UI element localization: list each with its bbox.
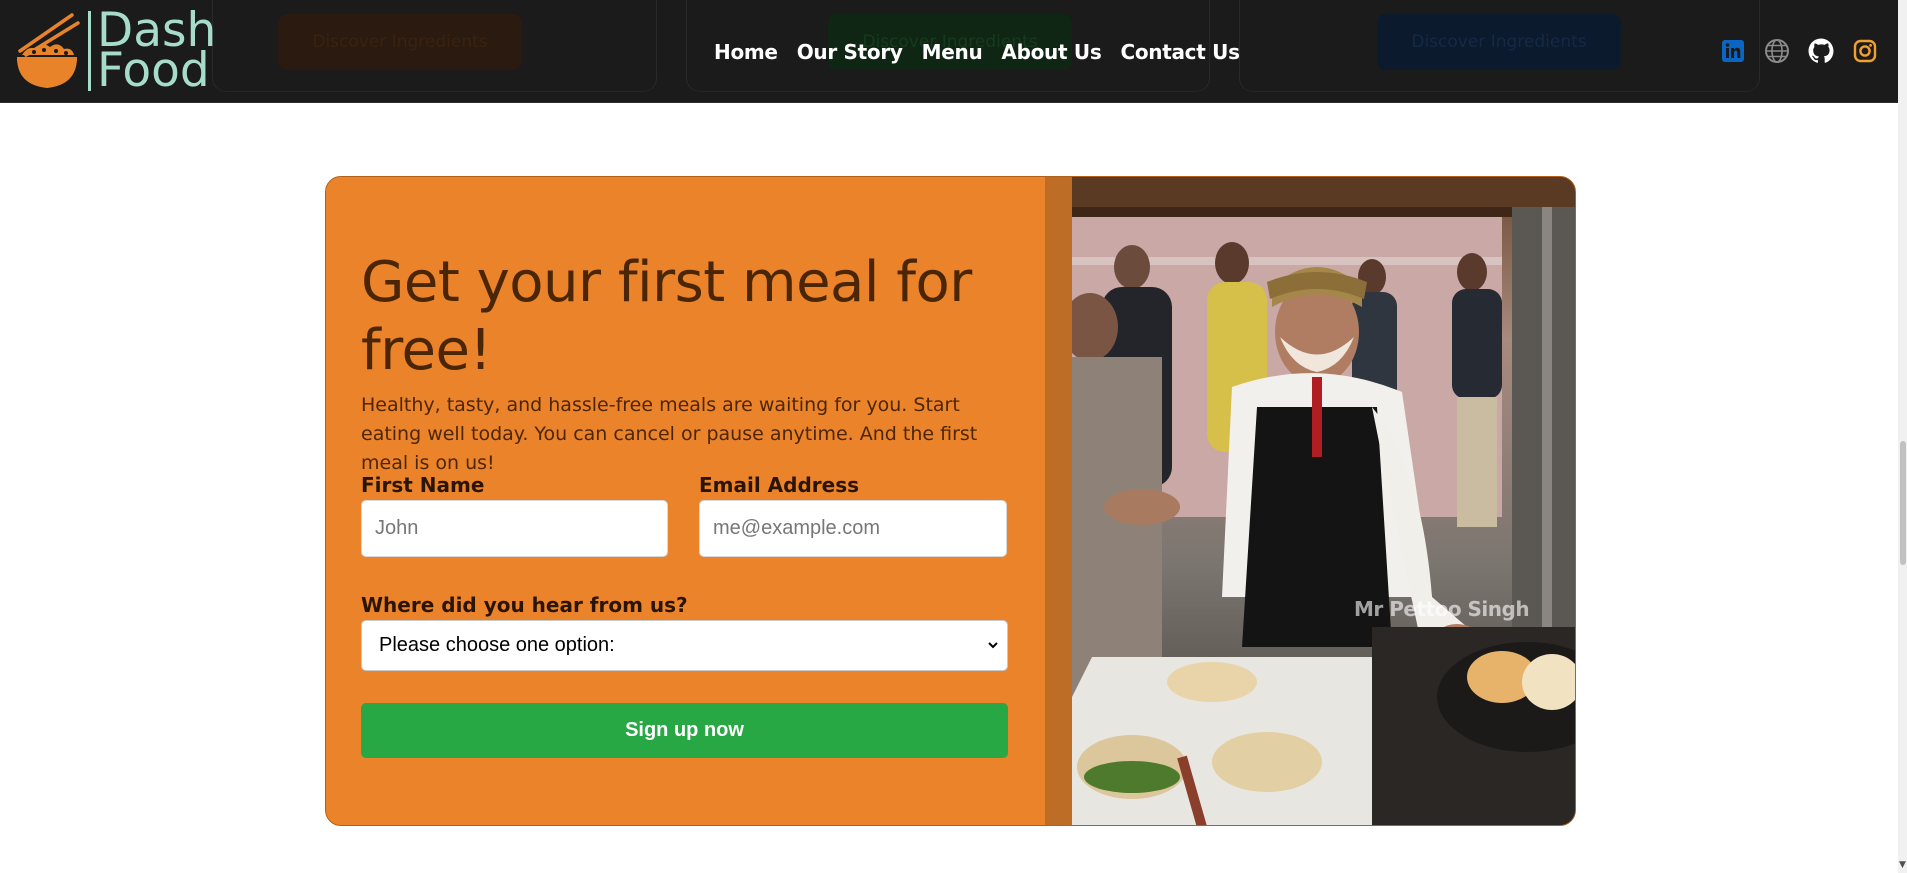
globe-icon[interactable] <box>1764 38 1790 64</box>
photo-watermark: Mr Pettoo Singh <box>1354 597 1530 621</box>
sign-up-button[interactable]: Sign up now <box>361 703 1008 758</box>
signup-headline: Get your first meal for free! <box>361 250 972 383</box>
logo-line-2: Food <box>97 43 210 98</box>
scrollbar-thumb[interactable] <box>1900 441 1906 565</box>
social-links <box>1720 38 1878 64</box>
nav-menu[interactable]: Menu <box>922 40 983 64</box>
nav-about-us[interactable]: About Us <box>1001 40 1101 64</box>
scroll-down-arrow-icon[interactable]: ▼ <box>1899 860 1906 870</box>
github-icon[interactable] <box>1808 38 1834 64</box>
page-scrollbar[interactable] <box>1898 0 1907 873</box>
street-food-photo: Mr Pettoo Singh <box>1072 177 1575 825</box>
discover-ingredients-button[interactable]: Discover Ingredients <box>278 14 522 70</box>
divider-band <box>1045 177 1072 825</box>
logo[interactable]: Dash Food <box>14 7 216 98</box>
bowl-icon <box>14 11 80 91</box>
nav-our-story[interactable]: Our Story <box>797 40 903 64</box>
email-label: Email Address <box>699 473 860 497</box>
main-nav: Home Our Story Menu About Us Contact Us <box>714 40 1259 64</box>
first-name-field[interactable]: John <box>361 500 668 557</box>
logo-divider <box>88 11 91 91</box>
site-header: Discover Ingredients Discover Ingredient… <box>0 0 1898 103</box>
nav-contact-us[interactable]: Contact Us <box>1120 40 1240 64</box>
first-name-label: First Name <box>361 473 485 497</box>
source-label: Where did you hear from us? <box>361 593 688 617</box>
signup-description: Healthy, tasty, and hassle-free meals ar… <box>361 394 978 474</box>
logo-wordmark: Dash Food <box>97 7 216 98</box>
source-select-value: Please choose one option: <box>379 634 615 656</box>
instagram-icon[interactable] <box>1852 38 1878 64</box>
source-select[interactable]: Please choose one option: <box>361 620 1008 671</box>
linkedin-icon[interactable] <box>1720 38 1746 64</box>
chevron-down-icon <box>987 634 999 657</box>
signup-card: Get your first meal for free! Healthy, t… <box>325 176 1576 826</box>
email-field[interactable]: me@example.com <box>699 500 1007 557</box>
signup-form-panel: Get your first meal for free! Healthy, t… <box>326 177 1045 825</box>
nav-home[interactable]: Home <box>714 40 778 64</box>
discover-ingredients-button[interactable]: Discover Ingredients <box>1377 14 1621 70</box>
